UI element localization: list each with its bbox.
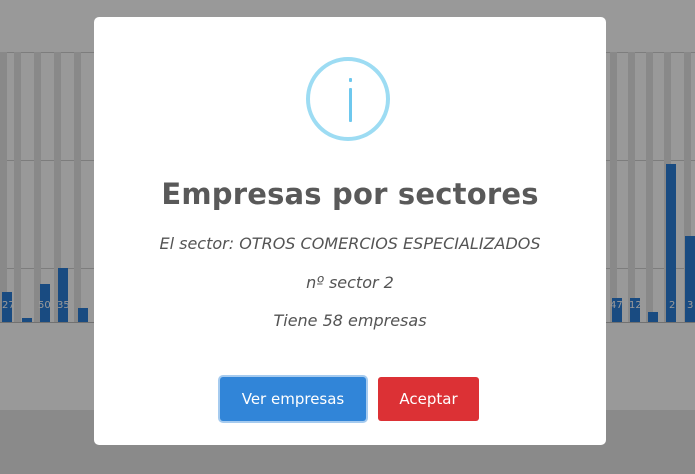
dialog-company-count-text: Tiene 58 empresas — [273, 311, 427, 330]
view-companies-button[interactable]: Ver empresas — [220, 377, 366, 421]
dialog-sector-number-text: nº sector 2 — [306, 273, 394, 292]
page: 27 50 35 47 12 2 3 Empresas por sectores… — [0, 0, 695, 474]
info-icon — [306, 57, 390, 141]
accept-button[interactable]: Aceptar — [378, 377, 479, 421]
info-icon-stem — [349, 88, 352, 122]
info-dialog: Empresas por sectores El sector: OTROS C… — [94, 17, 606, 445]
info-icon-dot — [349, 78, 352, 82]
dialog-sector-text: El sector: OTROS COMERCIOS ESPECIALIZADO… — [159, 234, 541, 253]
dialog-title: Empresas por sectores — [161, 177, 539, 211]
